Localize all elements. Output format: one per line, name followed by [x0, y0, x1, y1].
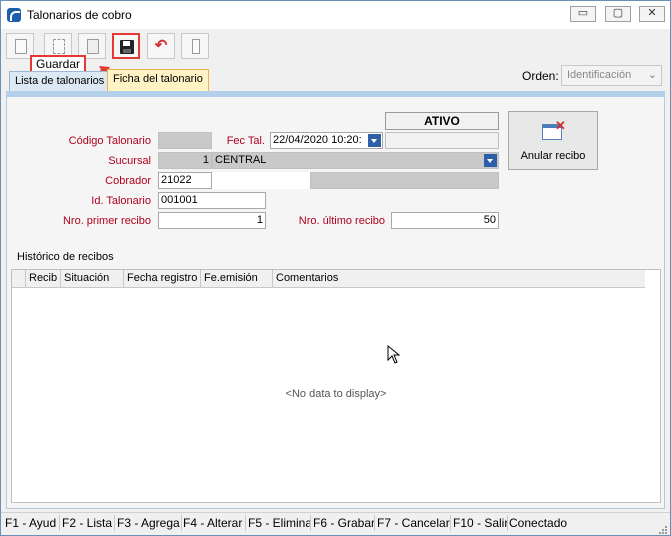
- shortcut-f5[interactable]: F5 - Elimina: [248, 515, 311, 531]
- fec-field[interactable]: 22/04/2020 10:20:: [270, 132, 383, 149]
- window-title: Talonarios de cobro: [27, 8, 132, 22]
- sucursal-code-field[interactable]: 1: [158, 152, 212, 169]
- shortcut-f10[interactable]: F10 - Salir: [453, 515, 508, 531]
- undo-button[interactable]: ↶: [147, 33, 175, 59]
- anular-recibo-button[interactable]: ✕ Anular recibo: [508, 111, 598, 170]
- shortcut-f2[interactable]: F2 - Lista: [62, 515, 115, 531]
- copy-icon: [53, 39, 65, 54]
- undo-icon: ↶: [154, 37, 168, 54]
- shortcut-f3[interactable]: F3 - Agrega: [117, 515, 182, 531]
- resize-grip-icon[interactable]: [659, 526, 667, 534]
- status-badge: ATIVO: [385, 112, 499, 130]
- status-detail-field: [385, 132, 499, 149]
- sucursal-name: CENTRAL: [215, 154, 267, 166]
- date-dropdown-icon[interactable]: [368, 134, 381, 147]
- grid-header: Recib Situación Fecha registro Fe.emisió…: [12, 270, 645, 288]
- tab-bar: Lista de talonarios Ficha del talonario: [1, 69, 670, 91]
- toolbar: ↶ Orden: Identificación ⌄: [1, 29, 670, 87]
- title-bar: Talonarios de cobro ▭ ▢ ✕: [1, 1, 670, 29]
- app-window: Talonarios de cobro ▭ ▢ ✕ ↶ Orden: Ident…: [0, 0, 671, 536]
- sucursal-select[interactable]: CENTRAL: [212, 152, 499, 169]
- historico-label: Histórico de recibos: [17, 251, 114, 263]
- shortcut-f6[interactable]: F6 - Grabar: [313, 515, 375, 531]
- fec-value: 22/04/2020 10:20:: [273, 134, 362, 146]
- column-header[interactable]: Situación: [61, 270, 124, 287]
- new-icon: [15, 39, 27, 54]
- anular-recibo-label: Anular recibo: [520, 150, 586, 162]
- status-bar: F1 - Ayud F2 - Lista F3 - Agrega F4 - Al…: [1, 512, 670, 534]
- column-header[interactable]: Fe.emisión: [201, 270, 273, 287]
- shortcut-f4[interactable]: F4 - Alterar: [183, 515, 246, 531]
- shortcut-f7[interactable]: F7 - Cancelar: [377, 515, 451, 531]
- column-header[interactable]: Recib: [26, 270, 61, 287]
- mouse-cursor-icon: [387, 345, 401, 364]
- tab-ficha-talonario[interactable]: Ficha del talonario: [107, 69, 209, 91]
- column-header[interactable]: Comentarios: [273, 270, 645, 287]
- cobrador-field[interactable]: 21022: [158, 172, 212, 189]
- maximize-button[interactable]: ▢: [605, 6, 631, 22]
- cobrador-label: Cobrador: [105, 175, 151, 187]
- empty-grid-message: <No data to display>: [285, 388, 387, 400]
- primer-recibo-label: Nro. primer recibo: [62, 215, 151, 227]
- save-button[interactable]: [112, 33, 140, 59]
- sucursal-label: Sucursal: [108, 155, 151, 167]
- cobrador-name-field: [212, 172, 310, 189]
- app-logo-icon: [7, 8, 21, 22]
- save-icon: [120, 40, 134, 54]
- minimize-button[interactable]: ▭: [570, 6, 596, 22]
- exit-icon: [192, 39, 200, 54]
- panel-header-bar: [6, 91, 665, 97]
- column-header[interactable]: Fecha registro: [124, 270, 201, 287]
- ultimo-recibo-label: Nro. último recibo: [298, 215, 385, 227]
- close-button[interactable]: ✕: [639, 6, 665, 22]
- codigo-label: Código Talonario: [68, 135, 151, 147]
- fec-label: Fec Tal.: [226, 135, 265, 147]
- delete-x-icon: ✕: [555, 118, 566, 133]
- tab-lista-talonarios[interactable]: Lista de talonarios: [9, 71, 111, 91]
- chevron-down-icon[interactable]: [484, 154, 497, 167]
- delete-icon: [87, 39, 99, 54]
- history-grid[interactable]: Recib Situación Fecha registro Fe.emisió…: [11, 269, 661, 503]
- connection-status: Conectado: [509, 516, 568, 530]
- primer-recibo-field[interactable]: 1: [158, 212, 266, 229]
- shortcut-f1[interactable]: F1 - Ayud: [5, 515, 60, 531]
- codigo-field[interactable]: [158, 132, 212, 149]
- ultimo-recibo-field[interactable]: 50: [391, 212, 499, 229]
- id-talonario-field[interactable]: 001001: [158, 192, 266, 209]
- exit-button[interactable]: [181, 33, 209, 59]
- cobrador-detail-field: [310, 172, 499, 189]
- grid-indicator-column: [12, 270, 26, 287]
- id-talonario-label: Id. Talonario: [91, 195, 151, 207]
